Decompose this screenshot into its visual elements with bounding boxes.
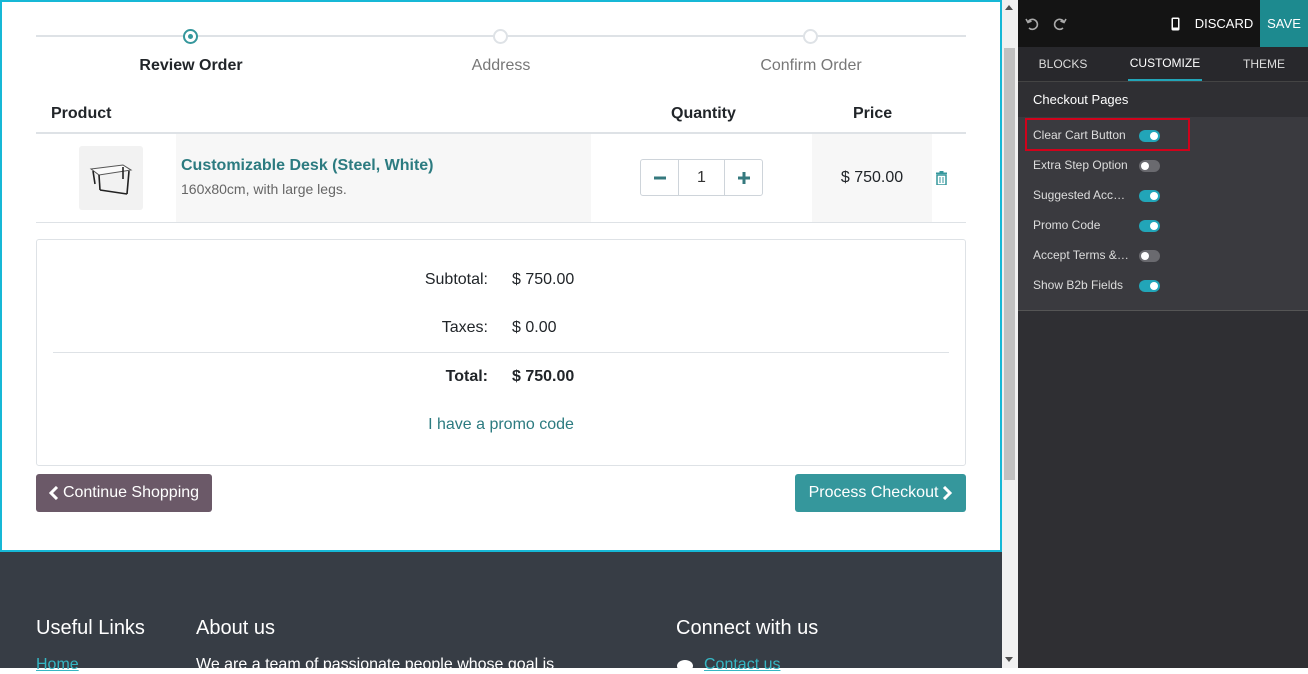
mobile-preview-icon[interactable] [1168,0,1182,47]
taxes-value: $ 0.00 [512,319,557,336]
product-name-link[interactable]: Customizable Desk (Steel, White) [181,157,434,175]
footer-home-link[interactable]: Home [36,656,79,674]
step-address: Address [471,57,531,74]
site-footer [0,552,1002,668]
quantity-stepper: 1 [640,159,763,196]
checkout-pages-section: Checkout Pages Clear Cart Button Extra S… [1018,82,1308,311]
option-label: Suggested Accessories [1033,188,1131,202]
comment-icon [677,660,693,672]
save-button[interactable]: SAVE [1260,0,1308,47]
scroll-down-arrow[interactable] [1005,657,1013,662]
tab-blocks[interactable]: BLOCKS [1030,47,1096,81]
subtotal-value: $ 750.00 [512,271,575,288]
product-cell [176,134,591,222]
tab-theme[interactable]: THEME [1236,47,1292,81]
step-review-order: Review Order [139,57,243,74]
scrollbar-thumb[interactable] [1004,48,1015,480]
footer-about-text: We are a team of passionate people whose… [196,656,555,673]
option-label: Extra Step Option [1033,158,1128,172]
continue-shopping-label: Continue Shopping [62,484,200,501]
quantity-input[interactable]: 1 [679,160,724,195]
product-thumbnail[interactable] [79,146,143,210]
section-title: Checkout Pages [1033,92,1129,107]
tab-customize[interactable]: CUSTOMIZE [1128,47,1202,81]
header-quantity: Quantity [671,105,736,122]
process-checkout-label: Process Checkout [808,484,939,501]
step-dot-confirm [803,29,818,44]
product-description: 160x80cm, with large legs. [181,181,347,197]
highlight-box [1025,118,1190,151]
option-label: Promo Code [1033,218,1101,232]
step-dot-address [493,29,508,44]
totals-divider [53,352,949,353]
option-label: Show B2b Fields [1033,278,1124,292]
promo-code-toggle[interactable] [1139,220,1160,232]
step-dot-review [183,29,198,44]
undo-icon[interactable] [1024,0,1040,47]
plus-button[interactable] [724,160,762,195]
header-price: Price [853,105,893,122]
taxes-label: Taxes: [441,319,488,336]
process-checkout-button[interactable]: Process Checkout [795,474,966,512]
minus-icon [653,176,666,179]
trash-icon[interactable] [935,171,948,186]
scroll-up-arrow[interactable] [1005,5,1013,10]
footer-connect-heading: Connect with us [676,617,819,639]
promo-code-link[interactable]: I have a promo code [36,416,966,434]
footer-useful-links-heading: Useful Links [36,617,145,639]
show-b2b-fields-toggle[interactable] [1139,280,1160,292]
accept-terms-toggle[interactable] [1139,250,1160,262]
total-label: Total: [445,368,488,385]
chevron-right-icon [943,486,953,500]
line-price: $ 750.00 [840,169,904,186]
desk-image [89,164,133,195]
step-confirm-order: Confirm Order [760,57,862,74]
redo-icon[interactable] [1052,0,1068,47]
table-row-divider [36,222,966,223]
option-label: Accept Terms & Conditions [1033,248,1131,262]
extra-step-toggle[interactable] [1139,160,1160,172]
editor-tabs: BLOCKS CUSTOMIZE THEME [1018,47,1308,82]
total-value: $ 750.00 [512,368,575,385]
chevron-left-icon [48,486,58,500]
discard-button[interactable]: DISCARD [1193,0,1255,47]
continue-shopping-button[interactable]: Continue Shopping [36,474,212,512]
editor-panel: DISCARD SAVE BLOCKS CUSTOMIZE THEME Chec… [1018,0,1308,668]
footer-contact-link[interactable]: Contact us [704,656,780,674]
footer-about-heading: About us [196,617,275,639]
subtotal-label: Subtotal: [424,271,488,288]
editor-toolbar: DISCARD SAVE [1018,0,1308,47]
plus-icon [737,171,750,184]
header-product: Product [51,105,112,122]
suggested-accessories-toggle[interactable] [1139,190,1160,202]
minus-button[interactable] [641,160,679,195]
